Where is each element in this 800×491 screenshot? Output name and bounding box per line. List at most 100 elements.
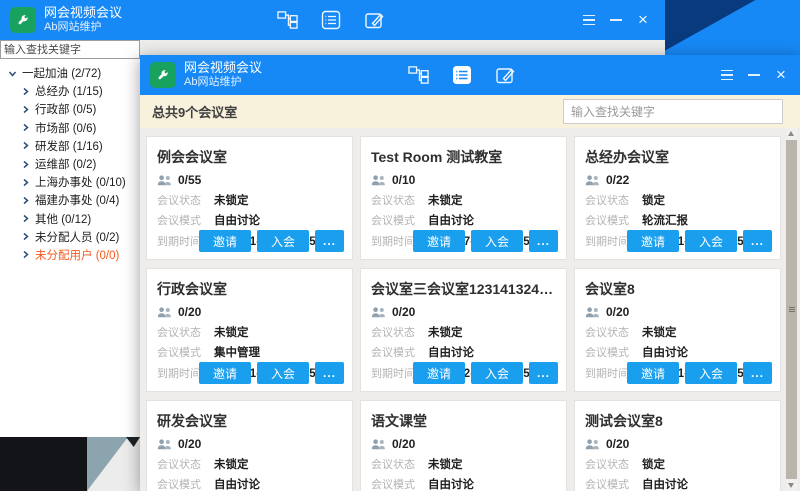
occupancy-value: 0/20	[606, 305, 629, 319]
room-name: 总经办会议室	[585, 147, 772, 167]
room-name: 会议室8	[585, 279, 772, 299]
minimize-icon[interactable]	[747, 68, 761, 82]
tree-item[interactable]: 上海办事处 (0/10)	[0, 173, 140, 191]
card-actions: 邀请 入会 ...	[627, 230, 772, 252]
status-label: 会议状态	[585, 324, 642, 340]
more-button[interactable]: ...	[315, 230, 344, 252]
card-actions: 邀请 入会 ...	[413, 362, 558, 384]
more-button[interactable]: ...	[743, 230, 772, 252]
occupancy-value: 0/20	[178, 437, 201, 451]
status-label: 会议状态	[585, 456, 642, 472]
status-label: 会议状态	[157, 456, 214, 472]
join-button[interactable]: 入会	[471, 230, 523, 252]
invite-button[interactable]: 邀请	[199, 362, 251, 384]
status-value: 未锁定	[214, 324, 249, 340]
chevron-right-icon	[21, 250, 30, 259]
more-button[interactable]: ...	[529, 230, 558, 252]
tree-item-label: 福建办事处 (0/4)	[35, 192, 119, 208]
people-icon	[371, 175, 386, 186]
more-button[interactable]: ...	[315, 362, 344, 384]
scrollbar-thumb[interactable]	[786, 140, 797, 479]
more-button[interactable]: ...	[529, 362, 558, 384]
close-icon[interactable]: ×	[774, 68, 788, 82]
foreground-titlebar[interactable]: 网会视频会议 Ab网站维护	[140, 55, 800, 95]
close-icon[interactable]: ×	[636, 13, 650, 27]
occupancy-value: 0/20	[392, 305, 415, 319]
meeting-room-card: 语文课堂 0/20 会议状态 未锁定	[360, 400, 567, 491]
mode-value: 自由讨论	[214, 476, 260, 491]
window-title: 网会视频会议	[184, 61, 262, 76]
more-button[interactable]: ...	[743, 362, 772, 384]
invite-button[interactable]: 邀请	[413, 230, 465, 252]
menu-icon[interactable]	[720, 68, 734, 82]
occupancy-row: 0/10	[371, 173, 558, 187]
tree-item[interactable]: 运维部 (0/2)	[0, 155, 140, 173]
tree-item[interactable]: 总经办 (1/15)	[0, 82, 140, 100]
invite-button[interactable]: 邀请	[627, 230, 679, 252]
desktop: 网会视频会议 Ab网站维护	[0, 0, 800, 491]
minimize-icon[interactable]	[609, 13, 623, 27]
org-chart-icon[interactable]	[277, 10, 298, 31]
contact-search-input[interactable]	[0, 40, 140, 59]
tree-item[interactable]: 市场部 (0/6)	[0, 119, 140, 137]
mode-row: 会议模式 自由讨论	[157, 212, 344, 228]
tree-item[interactable]: 未分配人员 (0/2)	[0, 228, 140, 246]
scroll-down-icon[interactable]	[788, 483, 794, 488]
status-label: 会议状态	[157, 324, 214, 340]
mode-row: 会议模式 自由讨论	[157, 476, 344, 491]
status-value: 未锁定	[428, 456, 463, 472]
mode-label: 会议模式	[585, 212, 642, 228]
room-list-icon-active[interactable]	[451, 65, 472, 86]
tree-item-label: 行政部 (0/5)	[35, 101, 96, 117]
mode-label: 会议模式	[371, 344, 428, 360]
org-chart-icon[interactable]	[408, 65, 429, 86]
chevron-right-icon	[21, 160, 30, 169]
meeting-rooms-window: 网会视频会议 Ab网站维护	[140, 55, 800, 491]
invite-button[interactable]: 邀请	[627, 362, 679, 384]
join-button[interactable]: 入会	[471, 362, 523, 384]
people-icon	[371, 439, 386, 450]
wallpaper-black-shape	[0, 437, 87, 491]
mode-label: 会议模式	[157, 344, 214, 360]
tree-item[interactable]: 行政部 (0/5)	[0, 100, 140, 118]
room-name: 语文课堂	[371, 411, 558, 431]
meeting-room-card: 会议室三会议室123141324141三会议室 0/20 会议状态 未锁定	[360, 268, 567, 392]
join-button[interactable]: 入会	[257, 230, 309, 252]
chevron-right-icon	[21, 196, 30, 205]
compose-icon[interactable]	[363, 10, 384, 31]
meeting-room-card: Test Room 测试教室 0/10 会议状态 未锁定	[360, 136, 567, 260]
menu-icon[interactable]	[582, 13, 596, 27]
room-name: 测试会议室8	[585, 411, 772, 431]
occupancy-row: 0/22	[585, 173, 772, 187]
room-list-icon[interactable]	[320, 10, 341, 31]
join-button[interactable]: 入会	[685, 362, 737, 384]
compose-icon[interactable]	[494, 65, 515, 86]
invite-button[interactable]: 邀请	[199, 230, 251, 252]
wallpaper-slate-triangle	[87, 437, 128, 491]
window-title-block: 网会视频会议 Ab网站维护	[184, 61, 262, 89]
tree-item[interactable]: 其他 (0/12)	[0, 210, 140, 228]
people-icon	[157, 307, 172, 318]
room-search-input[interactable]	[563, 99, 783, 124]
mode-row: 会议模式 自由讨论	[585, 344, 772, 360]
tree-item-label: 未分配人员 (0/2)	[35, 229, 119, 245]
desktop-wallpaper-bottom-left	[0, 437, 140, 491]
status-row: 会议状态 未锁定	[157, 324, 344, 340]
vertical-scrollbar[interactable]	[786, 128, 797, 491]
scroll-up-icon[interactable]	[788, 131, 794, 136]
tree-item[interactable]: 一起加油 (2/72)	[0, 64, 140, 82]
status-label: 会议状态	[157, 192, 214, 208]
status-row: 会议状态 锁定	[585, 192, 772, 208]
card-actions: 邀请 入会 ...	[199, 230, 344, 252]
mode-row: 会议模式 集中管理	[157, 344, 344, 360]
join-button[interactable]: 入会	[685, 230, 737, 252]
tree-item[interactable]: 未分配用户 (0/0)	[0, 246, 140, 264]
status-value: 未锁定	[642, 324, 677, 340]
join-button[interactable]: 入会	[257, 362, 309, 384]
invite-button[interactable]: 邀请	[413, 362, 465, 384]
background-titlebar[interactable]: 网会视频会议 Ab网站维护	[0, 0, 665, 40]
meeting-room-card: 会议室8 0/20 会议状态 未锁定	[574, 268, 781, 392]
tree-item[interactable]: 福建办事处 (0/4)	[0, 191, 140, 209]
tree-item[interactable]: 研发部 (1/16)	[0, 137, 140, 155]
meeting-room-card: 总经办会议室 0/22 会议状态 锁定	[574, 136, 781, 260]
